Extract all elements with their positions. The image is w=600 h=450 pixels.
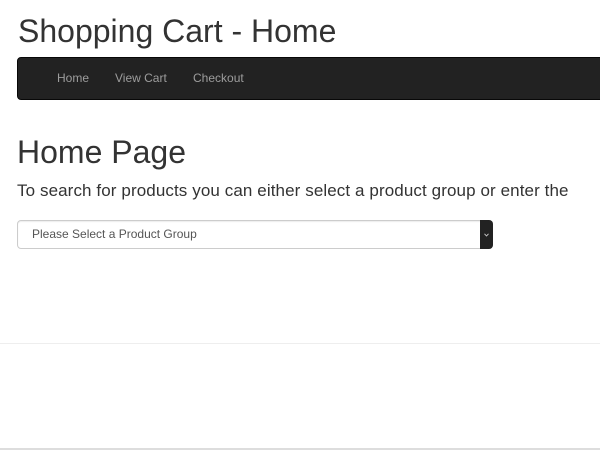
site-title: Shopping Cart - Home bbox=[18, 13, 337, 49]
product-group-select-value: Please Select a Product Group bbox=[32, 227, 197, 241]
nav-item-view-cart[interactable]: View Cart bbox=[115, 58, 167, 99]
product-group-select[interactable]: Please Select a Product Group bbox=[17, 220, 493, 249]
navbar: Home View Cart Checkout bbox=[17, 57, 600, 100]
nav-item-home[interactable]: Home bbox=[57, 58, 89, 99]
chevron-down-icon[interactable] bbox=[480, 220, 493, 249]
content-divider bbox=[0, 343, 600, 344]
nav-item-checkout[interactable]: Checkout bbox=[193, 58, 244, 99]
page-heading: Home Page bbox=[17, 134, 186, 170]
intro-text: To search for products you can either se… bbox=[17, 181, 569, 200]
page: Shopping Cart - Home Home View Cart Chec… bbox=[0, 0, 600, 450]
